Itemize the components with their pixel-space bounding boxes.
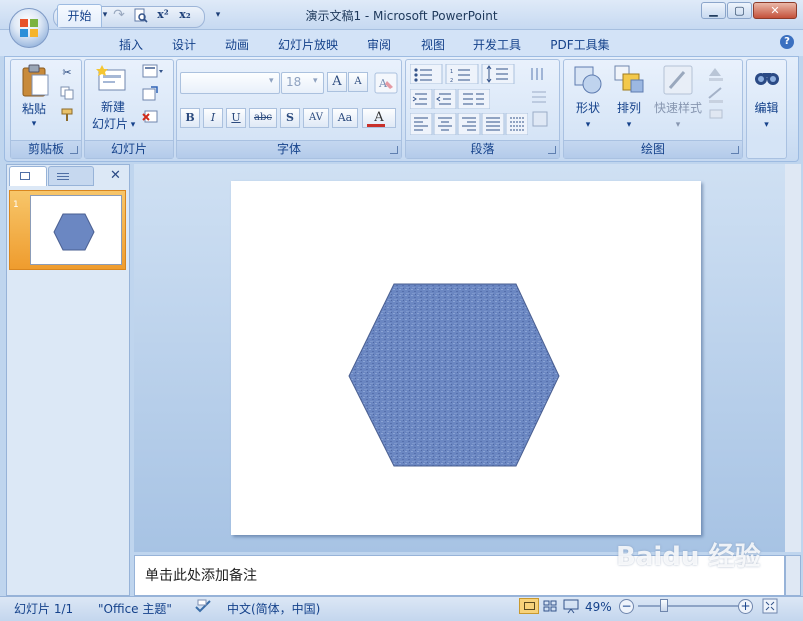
zoom-out-button[interactable]: −	[619, 599, 634, 614]
bold-button[interactable]: B	[180, 108, 200, 128]
zoom-slider-thumb[interactable]	[660, 599, 668, 612]
new-slide-label-2[interactable]: 幻灯片	[88, 116, 132, 132]
slideshow-view-icon[interactable]	[561, 598, 581, 614]
paragraph-group-label: 段落	[406, 140, 559, 158]
slides-group-label: 幻灯片	[85, 140, 173, 158]
normal-view-icon[interactable]	[519, 598, 539, 614]
svg-text:1: 1	[450, 69, 453, 75]
copy-icon[interactable]	[60, 86, 74, 100]
cut-icon[interactable]: ✂	[57, 64, 77, 82]
format-painter-icon[interactable]	[60, 108, 74, 122]
window-title: 演示文稿1 - Microsoft PowerPoint	[305, 9, 498, 23]
arrange-icon[interactable]	[613, 64, 645, 96]
fit-to-window-icon[interactable]	[762, 598, 778, 614]
italic-button[interactable]: I	[203, 108, 223, 128]
new-slide-label-1[interactable]: 新建	[88, 99, 138, 115]
slide-thumbnail-number: 1	[13, 200, 19, 210]
tab-developer[interactable]: 开发工具	[467, 34, 527, 56]
tab-insert[interactable]: 插入	[110, 34, 152, 56]
theme-name: "Office 主题"	[98, 602, 172, 616]
font-size-dropdown-icon[interactable]: ▾	[313, 76, 318, 86]
paste-icon[interactable]	[20, 64, 50, 98]
line-spacing-icon	[481, 64, 515, 84]
bullets-icon	[410, 64, 443, 84]
character-spacing-button[interactable]: AV	[303, 108, 329, 128]
editing-button-label[interactable]: 编辑	[748, 100, 785, 116]
language-indicator: 中文(简体，中国)	[227, 602, 321, 616]
close-button[interactable]: ✕	[753, 2, 797, 19]
restore-button[interactable]: ▢	[727, 2, 752, 19]
baidu-watermark: Baidu 经验	[616, 542, 761, 572]
indent-buttons-row[interactable]	[410, 89, 490, 109]
editing-dropdown-icon[interactable]: ▾	[748, 117, 785, 133]
quick-styles-label[interactable]: 快速样式	[650, 100, 706, 116]
close-panel-icon[interactable]: ✕	[110, 168, 121, 183]
change-case-button[interactable]: Aa	[332, 108, 358, 128]
text-shadow-button[interactable]: S	[280, 108, 300, 128]
underline-button[interactable]: U	[226, 108, 246, 128]
slide-canvas[interactable]	[231, 181, 701, 535]
paragraph-launcher-icon[interactable]	[548, 146, 556, 154]
slide-sorter-view-icon[interactable]	[540, 598, 560, 614]
thumbnail-hexagon-shape	[53, 213, 95, 251]
tab-outline[interactable]	[48, 166, 94, 186]
quick-styles-icon[interactable]	[662, 64, 694, 96]
slide-content	[348, 283, 560, 467]
hexagon-shape	[348, 283, 560, 467]
slide-counter: 幻灯片 1/1	[14, 602, 74, 616]
arrange-button-label[interactable]: 排列	[611, 100, 647, 116]
font-name-dropdown-icon[interactable]: ▾	[269, 76, 274, 86]
shape-format-buttons[interactable]	[706, 64, 736, 120]
svg-text:2: 2	[450, 78, 453, 84]
new-slide-dropdown-icon[interactable]: ▾	[128, 117, 138, 133]
tab-home[interactable]: 开始	[57, 4, 102, 27]
zoom-in-button[interactable]: +	[738, 599, 753, 614]
font-color-swatch	[367, 124, 385, 127]
text-direction-buttons[interactable]	[528, 64, 554, 134]
notes-scrollbar[interactable]	[785, 555, 801, 596]
paste-button-label[interactable]: 粘贴	[16, 101, 52, 117]
zoom-slider[interactable]	[638, 599, 738, 612]
delete-slide-icon[interactable]	[142, 108, 158, 124]
slide-thumbnail-1[interactable]	[30, 195, 122, 265]
shapes-dropdown-icon[interactable]: ▾	[570, 117, 606, 133]
clear-formatting-icon[interactable]: A	[374, 72, 398, 94]
numbering-icon: 12	[445, 64, 479, 84]
list-buttons-row: 12	[410, 64, 515, 84]
vertical-scrollbar[interactable]	[785, 164, 801, 552]
minimize-button[interactable]: ▁	[701, 2, 726, 19]
font-group-label: 字体	[177, 140, 401, 158]
grow-font-button[interactable]: A	[327, 72, 347, 92]
help-icon[interactable]: ?	[780, 35, 794, 49]
clipboard-launcher-icon[interactable]	[70, 146, 78, 154]
tab-pdf-tools[interactable]: PDF工具集	[545, 34, 615, 56]
find-icon[interactable]	[752, 66, 782, 90]
tab-design[interactable]: 设计	[163, 34, 205, 56]
reset-slide-icon[interactable]	[142, 86, 158, 102]
shapes-icon[interactable]	[572, 64, 604, 96]
arrange-dropdown-icon[interactable]: ▾	[611, 117, 647, 133]
tab-slideshow[interactable]: 幻灯片放映	[272, 34, 344, 56]
font-name-combobox[interactable]	[180, 72, 280, 94]
strikethrough-button[interactable]: abc	[249, 108, 277, 128]
drawing-launcher-icon[interactable]	[731, 146, 739, 154]
drawing-group-label: 绘图	[564, 140, 742, 158]
office-logo-icon	[20, 19, 38, 37]
tab-animations[interactable]: 动画	[216, 34, 258, 56]
new-slide-icon[interactable]	[96, 64, 128, 94]
quick-styles-dropdown-icon[interactable]: ▾	[660, 117, 696, 133]
font-launcher-icon[interactable]	[390, 146, 398, 154]
tab-review[interactable]: 审阅	[358, 34, 400, 56]
alignment-buttons-row[interactable]	[410, 113, 528, 135]
notes-placeholder: 单击此处添加备注	[145, 568, 257, 584]
spelling-check-icon[interactable]	[195, 599, 211, 613]
shrink-font-button[interactable]: A	[348, 72, 368, 92]
tab-slides-thumbnails[interactable]	[9, 166, 47, 186]
zoom-level[interactable]: 49%	[585, 600, 612, 614]
shapes-button-label[interactable]: 形状	[570, 100, 606, 116]
paste-dropdown-icon[interactable]: ▾	[16, 116, 52, 132]
tab-view[interactable]: 视图	[412, 34, 454, 56]
layout-icon[interactable]	[142, 64, 164, 78]
